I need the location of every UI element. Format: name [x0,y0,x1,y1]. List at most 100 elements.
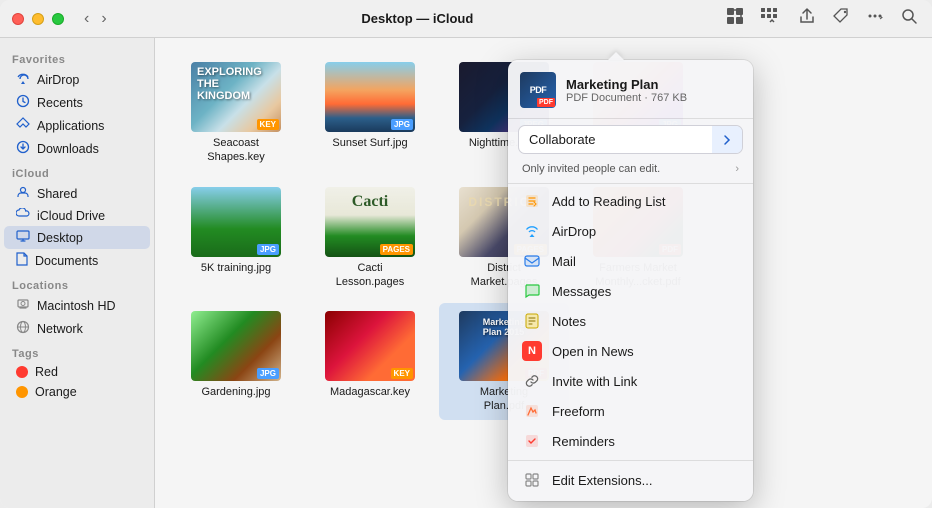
notes-menu-icon [522,311,542,331]
close-button[interactable] [12,13,24,25]
sidebar-item-label: Shared [37,187,77,201]
sidebar-item-shared[interactable]: Shared [4,182,150,205]
file-name: Madagascar.key [330,385,410,399]
file-item-seacoast[interactable]: EXPLORINGTHEKINGDOM KEY SeacoastShapes.k… [171,54,301,171]
search-button[interactable] [898,5,920,32]
sidebar-item-label: Documents [35,254,98,268]
popover-divider [508,460,753,461]
toolbar-right [724,5,920,32]
file-thumbnail: EXPLORINGTHEKINGDOM KEY [191,62,281,132]
file-badge: KEY [257,119,279,130]
sidebar-item-label: Desktop [37,231,83,245]
mail-menu-icon [522,251,542,271]
sidebar-item-network[interactable]: Network [4,317,150,340]
menu-item-label: Notes [552,314,586,329]
menu-item-label: AirDrop [552,224,596,239]
file-item-5k[interactable]: JPG 5K training.jpg [171,179,301,296]
file-name: 5K training.jpg [201,261,271,275]
minimize-button[interactable] [32,13,44,25]
menu-item-notes[interactable]: Notes [508,306,753,336]
file-thumbnail: KEY [325,311,415,381]
sidebar-item-tag-orange[interactable]: Orange [4,382,150,402]
popover-header: PDF PDF Marketing Plan PDF Document · 76… [508,72,753,119]
collaborate-row: Collaborate [518,125,743,154]
sidebar-item-label: Downloads [37,142,99,156]
file-name: SeacoastShapes.key [207,136,264,165]
view-options-button[interactable] [758,5,784,32]
back-button[interactable]: ‹ [80,9,93,29]
menu-item-mail[interactable]: Mail [508,246,753,276]
file-name: CactiLesson.pages [336,261,405,290]
menu-item-airdrop[interactable]: AirDrop [508,216,753,246]
file-thumbnail: Cacti PAGES [325,187,415,257]
menu-item-label: Open in News [552,344,634,359]
sidebar-item-label: AirDrop [37,73,79,87]
edit-extensions-label: Edit Extensions... [552,473,652,488]
collaborate-chevron[interactable] [712,126,742,153]
file-item-sunset[interactable]: JPG Sunset Surf.jpg [305,54,435,171]
menu-item-news[interactable]: N Open in News [508,336,753,366]
cacti-text: Cacti [352,193,388,211]
edit-extensions-item[interactable]: Edit Extensions... [508,465,753,495]
tags-label: Tags [0,340,154,362]
invite-link-icon [522,371,542,391]
menu-item-label: Add to Reading List [552,194,665,209]
sidebar-item-tag-red[interactable]: Red [4,362,150,382]
sidebar-item-label: Applications [37,119,104,133]
sidebar-item-macintosh-hd[interactable]: Macintosh HD [4,294,150,317]
applications-icon [16,117,30,134]
file-item-gardening[interactable]: JPG Gardening.jpg [171,303,301,420]
file-item-madagascar[interactable]: KEY Madagascar.key [305,303,435,420]
invited-only-text: Only invited people can edit. [522,163,660,175]
sidebar-item-label: Network [37,322,83,336]
menu-item-reading-list[interactable]: Add to Reading List [508,186,753,216]
file-badge: JPG [391,119,413,130]
locations-label: Locations [0,272,154,294]
reminders-menu-icon [522,431,542,451]
path-title: Desktop — iCloud [111,11,724,26]
tag-button[interactable] [830,5,852,32]
sidebar-item-airdrop[interactable]: AirDrop [4,68,150,91]
menu-item-invite-link[interactable]: Invite with Link [508,366,753,396]
view-grid-button[interactable] [724,5,746,32]
menu-item-messages[interactable]: Messages [508,276,753,306]
content-area: Favorites AirDrop [0,38,932,508]
collaborate-button[interactable]: Collaborate [519,126,712,153]
menu-item-freeform[interactable]: Freeform [508,396,753,426]
menu-item-label: Messages [552,284,611,299]
file-name: Gardening.jpg [201,385,270,399]
documents-icon [16,252,28,269]
invited-only-row: Only invited people can edit. › [508,160,753,184]
forward-button[interactable]: › [97,9,110,29]
sidebar-item-documents[interactable]: Documents [4,249,150,272]
file-badge: JPG [257,244,279,255]
icloud-drive-icon [16,208,30,223]
nav-buttons: ‹ › [80,9,111,29]
sidebar-item-label: Recents [37,96,83,110]
popover-file-icon: PDF PDF [520,72,556,108]
more-button[interactable] [864,5,886,32]
share-button[interactable] [796,5,818,32]
sidebar-item-recents[interactable]: Recents [4,91,150,114]
airdrop-icon [16,71,30,88]
menu-item-label: Freeform [552,404,605,419]
sidebar-item-label: Orange [35,385,77,399]
desktop-icon [16,229,30,246]
file-item-cacti[interactable]: Cacti PAGES CactiLesson.pages [305,179,435,296]
file-badge: PAGES [380,244,413,255]
messages-menu-icon [522,281,542,301]
sidebar-item-icloud-drive[interactable]: iCloud Drive [4,205,150,226]
menu-item-reminders[interactable]: Reminders [508,426,753,456]
sidebar-item-applications[interactable]: Applications [4,114,150,137]
maximize-button[interactable] [52,13,64,25]
freeform-menu-icon [522,401,542,421]
menu-item-label: Invite with Link [552,374,637,389]
popover-arrow [608,52,624,60]
sidebar-item-desktop[interactable]: Desktop [4,226,150,249]
network-icon [16,320,30,337]
extensions-icon [522,470,542,490]
sidebar-item-downloads[interactable]: Downloads [4,137,150,160]
file-thumbnail: JPG [325,62,415,132]
pdf-badge: PDF [537,98,555,107]
sidebar-item-label: Macintosh HD [37,299,116,313]
